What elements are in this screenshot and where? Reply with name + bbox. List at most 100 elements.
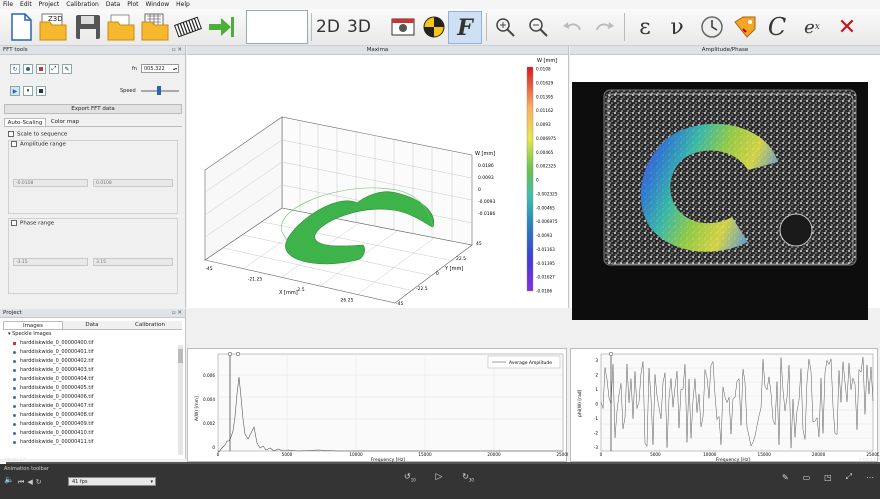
tools-icon: ✎: [64, 65, 70, 73]
open-folder-button[interactable]: [106, 12, 136, 42]
panel-float-close-icon[interactable]: ▫ ✕: [172, 46, 182, 55]
exponent-sup: x: [814, 22, 820, 32]
fullscreen-icon[interactable]: ⤢: [846, 472, 852, 482]
fn-spinbox[interactable]: 005.322 ▴▾: [141, 64, 179, 73]
loop-anim-icon[interactable]: ↻: [36, 478, 42, 486]
reference-button[interactable]: [419, 12, 449, 42]
menu-data[interactable]: Data: [106, 1, 120, 8]
amplitude-min-field[interactable]: -0.0108: [13, 179, 88, 187]
loop-button[interactable]: ↻: [10, 64, 20, 74]
zoom-in-button[interactable]: [490, 12, 520, 42]
play-video-button[interactable]: ▷: [436, 472, 443, 482]
timer-button[interactable]: [697, 12, 727, 42]
view-3d-button[interactable]: 3D: [345, 12, 373, 42]
speed-slider-handle[interactable]: [157, 86, 162, 95]
tag-button[interactable]: [730, 12, 760, 42]
panel-float-close-icon[interactable]: ▫ ✕: [172, 309, 182, 318]
scale-to-sequence-option[interactable]: Scale to sequence: [8, 131, 67, 138]
menu-file[interactable]: File: [3, 1, 13, 8]
fps-select[interactable]: 41 fps ▾: [68, 477, 156, 486]
strain-epsilon-button[interactable]: ε: [630, 12, 660, 42]
tab-auto-scaling[interactable]: Auto-Scaling: [4, 118, 46, 126]
phase-max-field[interactable]: 3.15: [93, 258, 173, 266]
amplitude-chart[interactable]: Average Amplitude A(W) [mm] 0.0060.0040.…: [188, 349, 570, 463]
menu-plot[interactable]: Plot: [127, 1, 138, 8]
chevron-down-icon[interactable]: ▾: [150, 478, 153, 486]
file-list-item[interactable]: harddiskwide_0_00000410.tif: [0, 429, 185, 438]
menu-help[interactable]: Help: [176, 1, 190, 8]
skip-back-button[interactable]: ↺10: [404, 472, 416, 483]
file-list-item[interactable]: harddiskwide_0_00000408.tif: [0, 411, 185, 420]
play-button[interactable]: ▶: [10, 86, 20, 96]
open-z3d-button[interactable]: Z3D: [38, 12, 68, 42]
exponent-button[interactable]: ex: [797, 12, 827, 42]
amplitude-range-checkbox[interactable]: [11, 141, 17, 147]
amplitude-range-option[interactable]: Amplitude range: [11, 141, 66, 148]
new-file-button[interactable]: [6, 12, 36, 42]
contour-c-button[interactable]: C: [762, 12, 792, 42]
save-button[interactable]: [73, 12, 103, 42]
menu-project[interactable]: Project: [39, 1, 60, 8]
tools-button[interactable]: ✎: [62, 64, 72, 74]
fn-value: 005.322: [144, 66, 165, 72]
file-list-item[interactable]: harddiskwide_0_00000407.tif: [0, 402, 185, 411]
phase-range-checkbox[interactable]: [11, 220, 17, 226]
stop-red-button[interactable]: [36, 64, 46, 74]
close-app-button[interactable]: ✕: [832, 12, 862, 42]
file-list-item[interactable]: harddiskwide_0_00000409.tif: [0, 420, 185, 429]
amplitude-max-field[interactable]: 0.0108: [93, 179, 173, 187]
view-2d-button[interactable]: 2D: [314, 12, 342, 42]
toolbar-blank-field[interactable]: [246, 10, 308, 44]
scrollbar-thumb[interactable]: [178, 349, 183, 363]
phase-min-field[interactable]: -3.15: [13, 258, 88, 266]
menu-calibration[interactable]: Calibration: [66, 1, 99, 8]
redo-button[interactable]: [590, 12, 620, 42]
file-name: harddiskwide_0_00000406.tif: [20, 394, 94, 400]
speckle-image-view[interactable]: [572, 82, 868, 320]
phase-range-option[interactable]: Phase range: [11, 220, 54, 227]
menu-window[interactable]: Window: [146, 1, 170, 8]
tab-images[interactable]: Images: [3, 321, 63, 329]
skip-forward-button[interactable]: ↻30: [462, 472, 474, 483]
surface-3d-plot[interactable]: W [mm] 0.0108 0.01629 0.01395 0.01162 0.0093…: [187, 55, 569, 308]
prev-frame-icon[interactable]: ◀: [27, 478, 32, 486]
miniplayer-icon[interactable]: ◳: [824, 473, 832, 482]
first-frame-icon[interactable]: ⏮: [18, 478, 24, 486]
poisson-nu-button[interactable]: ν: [662, 12, 692, 42]
open-sequence-button[interactable]: [140, 12, 170, 42]
fft-mode-button[interactable]: F: [448, 11, 482, 44]
tab-color-map[interactable]: Color map: [46, 118, 84, 126]
spin-arrows-icon[interactable]: ▴▾: [173, 65, 177, 73]
record-button[interactable]: [23, 64, 33, 74]
scale-to-sequence-checkbox[interactable]: [8, 131, 14, 137]
zoom-out-button[interactable]: [523, 12, 553, 42]
import-button[interactable]: [206, 12, 236, 42]
phase-chart[interactable]: phi(W) [rad] 3 2 1 0 -1 -2 -3 0 5000 10000 15000 2…: [571, 349, 880, 463]
menu-edit[interactable]: Edit: [20, 1, 32, 8]
pause-button[interactable]: ⏸: [23, 86, 33, 96]
file-list-item[interactable]: harddiskwide_0_00000404.tif: [0, 375, 185, 384]
calibration-tool-button[interactable]: [173, 12, 203, 42]
stop-button[interactable]: [36, 86, 46, 96]
camera-view-button[interactable]: [388, 12, 418, 42]
captions-icon[interactable]: ▭: [803, 473, 811, 482]
file-list-item[interactable]: harddiskwide_0_00000402.tif: [0, 357, 185, 366]
file-list-item[interactable]: harddiskwide_0_00000406.tif: [0, 393, 185, 402]
file-list-item[interactable]: harddiskwide_0_00000400.tif: [0, 339, 185, 348]
volume-icon[interactable]: 🔈: [4, 475, 14, 484]
expand-button[interactable]: ⤢: [49, 64, 59, 74]
file-list-item[interactable]: harddiskwide_0_00000405.tif: [0, 384, 185, 393]
tab-data[interactable]: Data: [63, 321, 121, 329]
file-list-item[interactable]: harddiskwide_0_00000411.tif: [0, 438, 185, 447]
file-list-item[interactable]: harddiskwide_0_00000403.tif: [0, 366, 185, 375]
tab-calibration[interactable]: Calibration: [121, 321, 179, 329]
speckle-images-group[interactable]: ▾ Speckle Images: [0, 330, 185, 339]
file-name: harddiskwide_0_00000407.tif: [20, 403, 94, 409]
export-fft-button[interactable]: Export FFT data: [4, 104, 182, 114]
pen-icon[interactable]: ✎: [782, 473, 789, 482]
more-options-icon[interactable]: ⋯: [866, 473, 874, 482]
seek-bar[interactable]: [0, 462, 880, 464]
file-list-item[interactable]: harddiskwide_0_00000401.tif: [0, 348, 185, 357]
file-list-scrollbar[interactable]: [178, 345, 183, 455]
undo-button[interactable]: [557, 12, 587, 42]
